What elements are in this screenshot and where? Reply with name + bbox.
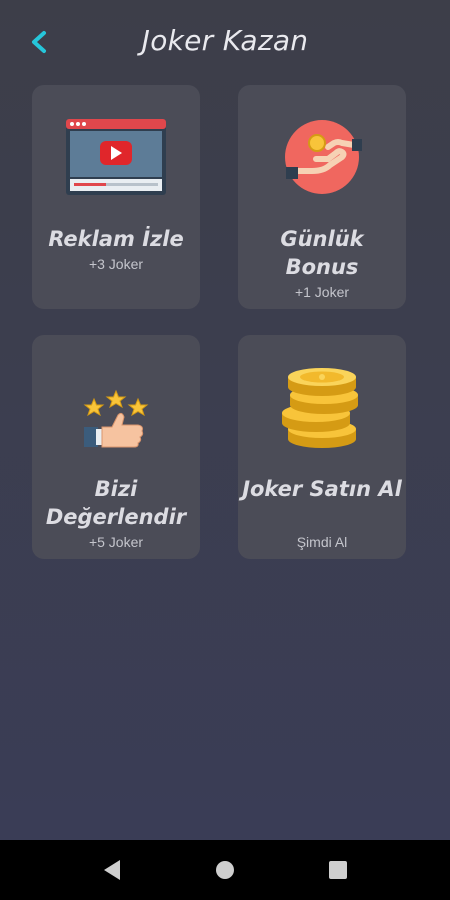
system-nav-bar <box>0 840 450 900</box>
recents-square-icon <box>329 861 347 879</box>
card-subtitle: +5 Joker <box>88 534 144 550</box>
nav-back-button[interactable] <box>96 854 128 886</box>
card-subtitle: +3 Joker <box>88 256 144 272</box>
card-rate-us[interactable]: Bizi Değerlendir +5 Joker <box>32 335 200 559</box>
nav-recents-button[interactable] <box>322 854 354 886</box>
card-title: Günlük Bonus <box>280 227 364 279</box>
nav-home-button[interactable] <box>209 854 241 886</box>
page-title: Joker Kazan <box>141 24 309 57</box>
app-header: Joker Kazan <box>0 0 450 88</box>
card-daily-bonus[interactable]: Günlük Bonus +1 Joker <box>238 85 406 309</box>
hand-coin-icon <box>272 113 372 203</box>
video-ad-icon <box>66 113 166 203</box>
back-triangle-icon <box>104 860 120 880</box>
card-subtitle: Şimdi Al <box>296 534 348 550</box>
home-circle-icon <box>216 861 234 879</box>
thumbs-up-stars-icon <box>66 363 166 453</box>
gold-coins-icon <box>272 363 372 453</box>
card-title: Reklam İzle <box>48 227 184 251</box>
card-title: Bizi Değerlendir <box>45 477 187 529</box>
card-subtitle: +1 Joker <box>294 284 350 300</box>
card-buy-joker[interactable]: Joker Satın Al Şimdi Al <box>238 335 406 559</box>
card-title: Joker Satın Al <box>242 477 402 501</box>
card-watch-ad[interactable]: Reklam İzle +3 Joker <box>32 85 200 309</box>
